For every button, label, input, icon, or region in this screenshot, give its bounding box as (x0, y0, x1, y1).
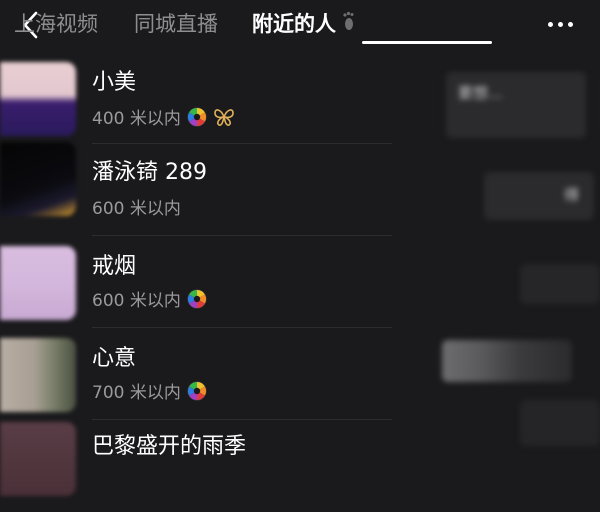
avatar[interactable] (0, 422, 76, 496)
avatar[interactable] (0, 62, 76, 136)
tab-nearby-people-label: 附近的人 (252, 12, 336, 36)
footprint-icon (342, 0, 356, 48)
user-name[interactable]: 戒烟 (92, 248, 136, 280)
avatar[interactable] (0, 246, 76, 320)
message-preview[interactable]: 要想... (446, 72, 586, 138)
user-name[interactable]: 巴黎盛开的雨季 (92, 428, 246, 460)
tab-local-live[interactable]: 同城直播 (134, 0, 218, 48)
list-item[interactable]: 巴黎盛开的雨季 (0, 420, 440, 512)
distance-text: 600 米以内 (92, 199, 181, 219)
user-name[interactable]: 心意 (92, 340, 136, 372)
tab-shanghai-video[interactable]: 上海视频 (14, 0, 98, 48)
message-preview[interactable] (442, 340, 572, 382)
avatar[interactable] (0, 142, 76, 216)
message-preview-text: 要想... (458, 84, 503, 102)
avatar[interactable] (0, 338, 76, 412)
list-item[interactable]: 小美 400 米以内 (0, 52, 440, 144)
distance-text: 400 米以内 (92, 109, 181, 129)
tab-nearby-people[interactable]: 附近的人 (252, 0, 356, 48)
rainbow-badge-icon (187, 107, 207, 126)
message-preview[interactable] (520, 264, 600, 304)
message-preview[interactable]: 得 (484, 172, 594, 220)
list-item[interactable]: 戒烟 600 米以内 (0, 236, 440, 328)
distance-text: 700 米以内 (92, 383, 181, 403)
message-preview[interactable] (520, 400, 600, 446)
user-name[interactable]: 潘泳锜 289 (92, 154, 207, 186)
list-item[interactable]: 心意 700 米以内 (0, 328, 440, 420)
rainbow-badge-icon (187, 381, 207, 400)
distance-text: 600 米以内 (92, 291, 181, 311)
user-name[interactable]: 小美 (92, 64, 136, 96)
message-preview-text: 得 (564, 186, 580, 204)
active-tab-indicator (362, 41, 492, 44)
top-bar: 上海视频 同城直播 附近的人 (0, 0, 600, 52)
more-icon[interactable] (540, 10, 580, 38)
rainbow-badge-icon (187, 289, 207, 308)
list-item[interactable]: 潘泳锜 289 600 米以内 (0, 142, 440, 236)
butterfly-icon (214, 108, 234, 126)
